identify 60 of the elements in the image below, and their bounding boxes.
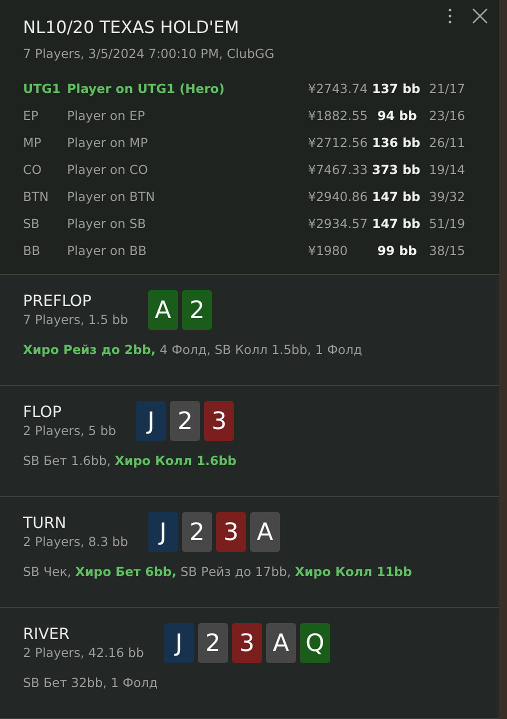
playing-card: 2 — [170, 401, 200, 441]
game-title: NL10/20 TEXAS HOLD'EM — [23, 18, 240, 40]
player-stack: ¥2940.86 — [308, 189, 369, 204]
player-stats: 19/14 — [428, 162, 466, 177]
playing-card: J — [148, 512, 178, 552]
street-info: 2 Players, 8.3 bb — [23, 534, 128, 549]
player-position: SB — [23, 216, 41, 231]
player-stack: ¥7467.33 — [308, 162, 369, 177]
playing-card: J — [136, 401, 166, 441]
player-name: Player on EP — [67, 108, 146, 123]
player-stack: ¥2934.57 — [308, 216, 369, 231]
playing-card: 3 — [216, 512, 246, 552]
player-stats: 23/16 — [428, 108, 466, 123]
playing-card: 3 — [204, 401, 234, 441]
player-stats: 51/19 — [428, 216, 466, 231]
playing-card: 2 — [182, 512, 212, 552]
street-actions: Хиро Рейз до 2bb, 4 Фолд, SB Колл 1.5bb, 1 Фолд — [23, 342, 364, 357]
player-name: Player on CO — [67, 162, 149, 177]
player-name: Player on UTG1 (Hero) — [67, 81, 226, 96]
playing-card: A — [250, 512, 280, 552]
player-stack-bb: 94 bb — [376, 108, 417, 123]
player-position: EP — [23, 108, 40, 123]
player-name: Player on MP — [67, 135, 149, 150]
street-actions: SB Бет 1.6bb, Хиро Колл 1.6bb — [23, 453, 238, 468]
street-info: 7 Players, 1.5 bb — [23, 312, 128, 327]
player-stack: ¥1882.55 — [308, 108, 369, 123]
player-name: Player on BTN — [67, 189, 156, 204]
player-name: Player on SB — [67, 216, 147, 231]
player-position: BB — [23, 243, 42, 258]
playing-card: J — [164, 623, 194, 663]
street-info: 2 Players, 5 bb — [23, 423, 116, 438]
playing-card: A — [148, 290, 178, 330]
player-stack: ¥1980 — [308, 243, 349, 258]
player-position: BTN — [23, 189, 50, 204]
street-name: RIVER — [23, 625, 71, 643]
playing-card: A — [266, 623, 296, 663]
game-info: 7 Players, 3/5/2024 7:00:10 PM, ClubGG — [23, 46, 276, 61]
playing-card: 3 — [232, 623, 262, 663]
player-stats: 39/32 — [428, 189, 466, 204]
player-position: UTG1 — [23, 81, 62, 96]
player-stack: ¥2743.74 — [308, 81, 369, 96]
player-stats: 21/17 — [428, 81, 466, 96]
player-stack: ¥2712.56 — [308, 135, 369, 150]
close-icon[interactable] — [470, 6, 490, 26]
player-position: MP — [23, 135, 42, 150]
more-icon[interactable] — [446, 6, 454, 26]
player-stack-bb: 99 bb — [376, 243, 417, 258]
playing-card: 2 — [198, 623, 228, 663]
playing-card: 2 — [182, 290, 212, 330]
playing-card: Q — [300, 623, 330, 663]
street-actions: SB Чек, Хиро Бет 6bb, SB Рейз до 17bb, Хиро Колл 11bb — [23, 564, 413, 579]
player-name: Player on BB — [67, 243, 148, 258]
player-stats: 38/15 — [428, 243, 466, 258]
street-name: FLOP — [23, 403, 63, 421]
player-position: CO — [23, 162, 43, 177]
street-name: TURN — [23, 514, 68, 532]
street-actions: SB Бет 32bb, 1 Фолд — [23, 675, 159, 690]
street-name: PREFLOP — [23, 292, 92, 310]
street-info: 2 Players, 42.16 bb — [23, 645, 144, 660]
player-stats: 26/11 — [428, 135, 466, 150]
